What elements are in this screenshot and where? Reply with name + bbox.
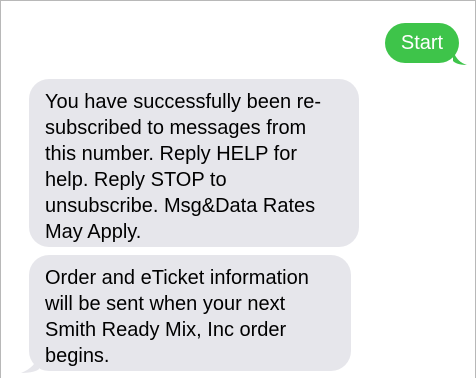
incoming-message-bubble[interactable]: You have successfully been re- subscribe…: [29, 79, 359, 247]
incoming-message-bubble[interactable]: Order and eTicket information will be se…: [29, 255, 351, 371]
outgoing-message-bubble[interactable]: Start: [385, 23, 459, 63]
message-thread: Start You have successfully been re- sub…: [0, 0, 476, 378]
outgoing-bubble-tail: [453, 49, 467, 65]
incoming-bubble-tail: [21, 353, 39, 373]
